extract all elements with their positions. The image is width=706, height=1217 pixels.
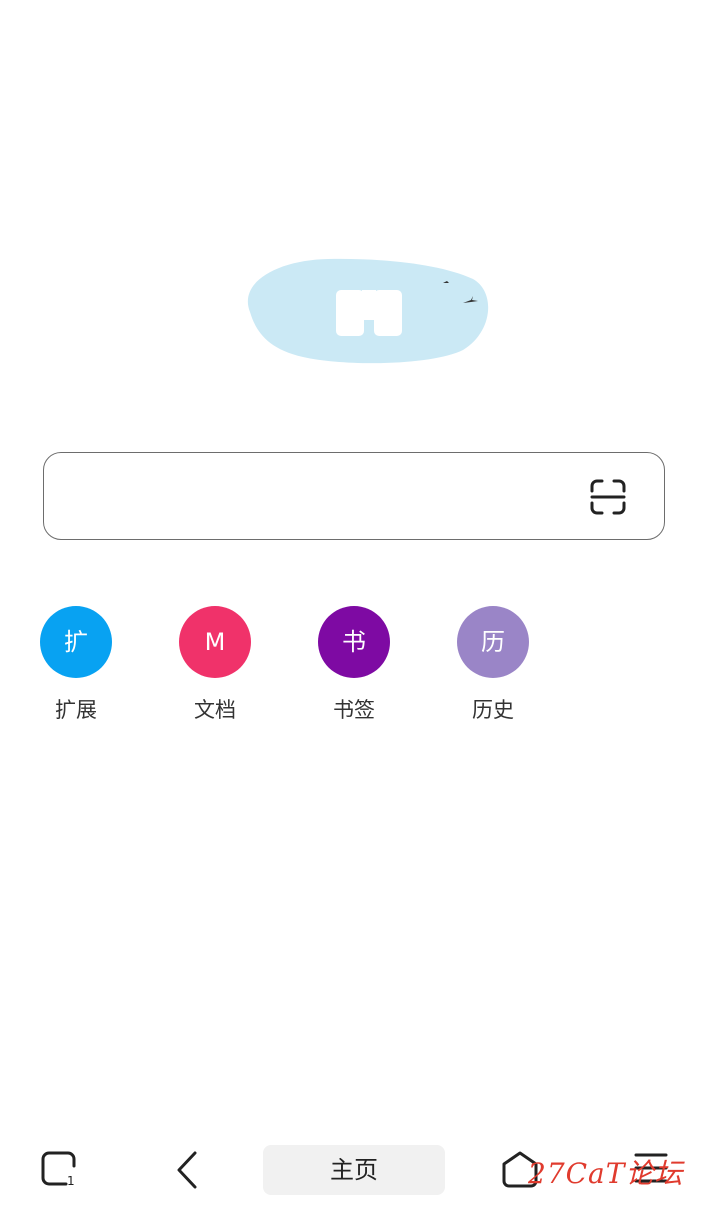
tabs-button[interactable]: 1	[40, 1150, 80, 1190]
documents-icon: M	[179, 606, 251, 678]
logo-bar-left	[336, 290, 364, 336]
logo-bar-middle	[362, 290, 376, 320]
back-button[interactable]	[170, 1150, 210, 1190]
back-chevron-icon	[177, 1151, 197, 1189]
history-icon: 历	[457, 606, 529, 678]
quick-access-label: 历史	[472, 698, 514, 722]
tab-count-badge: 1	[67, 1174, 75, 1188]
bookmarks-icon: 书	[318, 606, 390, 678]
quick-access-history[interactable]: 历 历史	[438, 606, 548, 726]
quick-access-extensions[interactable]: 扩 扩展	[21, 606, 131, 726]
logo-bar-right	[374, 290, 402, 336]
browser-home-page: 扩 扩展 M 文档 书 书签 历 历史 1 主页 27CaT论坛	[0, 0, 706, 1217]
quick-access-bookmarks[interactable]: 书 书签	[299, 606, 409, 726]
search-box[interactable]	[43, 452, 665, 540]
quick-access-label: 书签	[333, 698, 375, 722]
watermark-text: 27CaT论坛	[528, 1157, 684, 1190]
quick-access-label: 文档	[194, 698, 236, 722]
scan-icon[interactable]	[588, 477, 628, 517]
quick-access-grid: 扩 扩展 M 文档 书 书签 历 历史	[0, 606, 706, 726]
quick-access-label: 扩展	[55, 698, 97, 722]
extensions-icon: 扩	[40, 606, 112, 678]
home-tab-button[interactable]: 主页	[263, 1145, 445, 1195]
app-logo	[247, 258, 489, 364]
quick-access-documents[interactable]: M 文档	[160, 606, 270, 726]
search-input[interactable]	[64, 471, 568, 523]
